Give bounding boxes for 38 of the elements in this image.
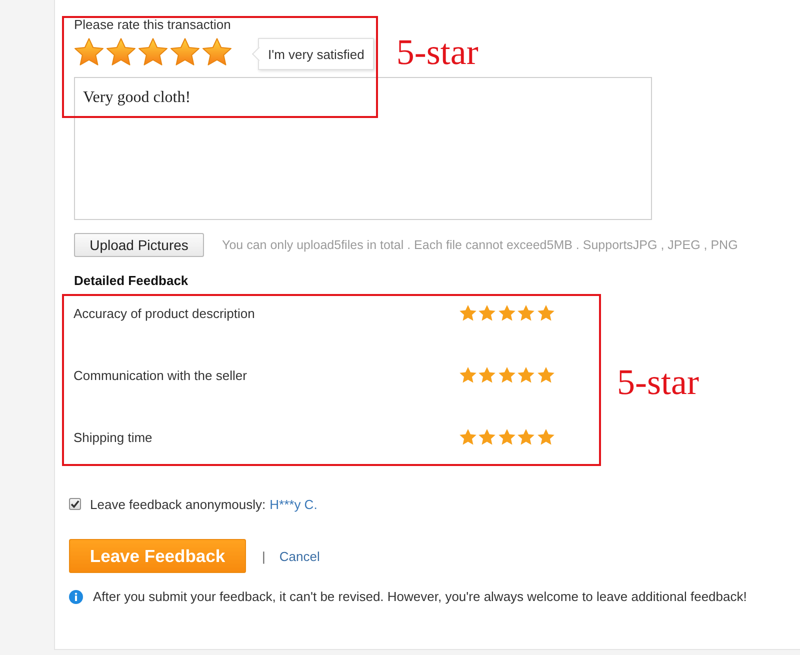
star-icon[interactable] — [517, 428, 535, 446]
criterion-label: Shipping time — [74, 430, 152, 444]
star-icon[interactable] — [498, 428, 516, 446]
section-title: Detailed Feedback — [74, 273, 188, 289]
star-icon[interactable] — [517, 304, 535, 322]
star-icon[interactable] — [74, 37, 104, 67]
star-icon[interactable] — [170, 37, 200, 67]
star-icon[interactable] — [536, 366, 554, 384]
star-icon[interactable] — [458, 428, 476, 446]
star-icon[interactable] — [478, 366, 496, 384]
tooltip: I'm very satisfied — [250, 38, 374, 70]
star-icon[interactable] — [536, 428, 554, 446]
annotation-label: 5-star — [617, 363, 699, 401]
info-icon — [69, 590, 83, 604]
checkbox[interactable] — [69, 498, 81, 510]
star-icon[interactable] — [517, 366, 535, 384]
star-icon[interactable] — [478, 304, 496, 322]
upload-hint: You can only upload5files in total . Each file cannot exceed5MB . SupportsJPG , JPEG , PNG — [222, 238, 738, 252]
star-icon[interactable] — [138, 37, 168, 67]
star-icon[interactable] — [536, 304, 554, 322]
checkbox-label: Leave feedback anonymously: — [90, 496, 266, 512]
star-icon[interactable] — [458, 304, 476, 322]
annotation-label: 5-star — [396, 33, 478, 71]
star-icon[interactable] — [478, 428, 496, 446]
star-icon[interactable] — [106, 37, 136, 67]
rating-prompt: Please rate this transaction — [74, 17, 231, 33]
notice-text: After you submit your feedback, it can't be revised. However, you're always welcome to leave additional feedback! — [93, 589, 747, 604]
user-name-link[interactable]: H***y C. — [270, 496, 318, 512]
criterion-label: Accuracy of product description — [74, 306, 255, 320]
separator: | — [262, 548, 266, 564]
cancel-link[interactable]: Cancel — [279, 548, 320, 564]
star-icon[interactable] — [458, 366, 476, 384]
upload-pictures-button[interactable]: Upload Pictures — [74, 233, 204, 257]
review-field[interactable]: Very good cloth! — [74, 77, 652, 220]
star-icon[interactable] — [202, 37, 232, 67]
criterion-label: Communication with the seller — [74, 368, 247, 382]
star-icon[interactable] — [498, 304, 516, 322]
star-icon[interactable] — [498, 366, 516, 384]
